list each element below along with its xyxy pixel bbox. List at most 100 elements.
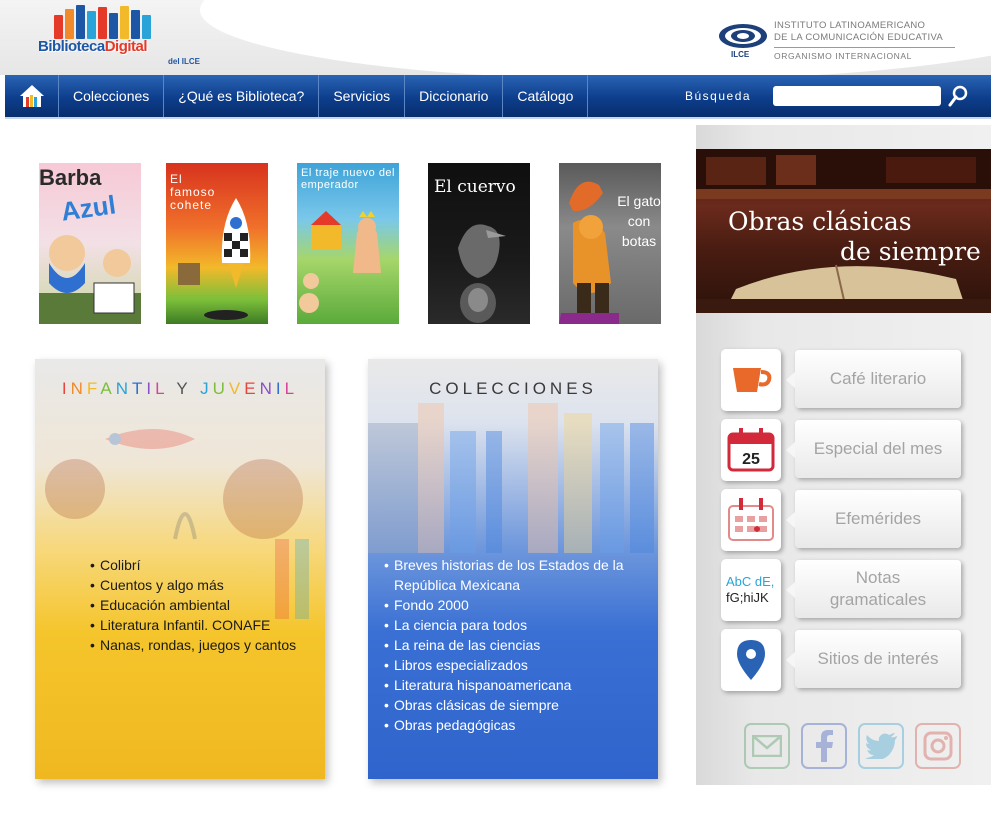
cover-el-famoso-cohete[interactable]: El famoso cohete: [166, 163, 268, 324]
cover-title: El cuervo: [434, 177, 516, 197]
title-letter: E: [244, 379, 260, 398]
sidebar-item-label: Efemérides: [786, 490, 961, 548]
main-nav: Colecciones ¿Qué es Biblioteca? Servicio…: [5, 75, 991, 119]
sidebar-item-efemerides[interactable]: Efemérides: [721, 489, 961, 551]
cover-el-traje-nuevo[interactable]: El traje nuevo del emperador: [297, 163, 399, 324]
cover-illustration: [299, 211, 381, 313]
nav-servicios[interactable]: Servicios: [319, 75, 406, 117]
coleccion-item-fondo-2000[interactable]: Fondo 2000: [384, 595, 652, 615]
cover-title-accent: Azul: [59, 189, 118, 227]
instagram-icon[interactable]: [915, 723, 961, 769]
search-icon: [948, 85, 968, 107]
sidebar-item-notas-gramaticales[interactable]: AbC dE, fG;hiJK Notas gramaticales: [721, 559, 961, 621]
title-letter: N: [259, 379, 276, 398]
banner-obras-clasicas[interactable]: Obras clásicas de siempre: [696, 149, 991, 313]
infantil-item-cuentos[interactable]: Cuentos y algo más: [90, 575, 310, 595]
coleccion-item-libros-especializados[interactable]: Libros especializados: [384, 655, 652, 675]
cover-title: El traje nuevo del emperador: [301, 167, 395, 191]
coleccion-item-obras-pedagogicas[interactable]: Obras pedagógicas: [384, 715, 652, 735]
sidebar-item-label: Sitios de interés: [786, 630, 961, 688]
coleccion-item-ciencia-para-todos[interactable]: La ciencia para todos: [384, 615, 652, 635]
banner-title-line2: de siempre: [840, 237, 981, 266]
title-letter: [191, 379, 200, 398]
panel-colecciones: COLECCIONES Breves historias de los Esta…: [368, 359, 658, 779]
banner-title-line1: Obras clásicas: [728, 207, 912, 236]
nav-colecciones[interactable]: Colecciones: [59, 75, 165, 117]
panel-infantil-juvenil: INFANTIL Y JUVENIL Colibrí Cuentos y alg…: [35, 359, 325, 779]
letters-line2: fG;hiJK: [726, 590, 769, 605]
letters-line1: AbC dE,: [726, 574, 774, 589]
cover-title: Barba: [39, 165, 102, 190]
search-label: Búsqueda: [685, 89, 752, 103]
title-letter: L: [284, 379, 299, 398]
letters-icon: AbC dE, fG;hiJK: [721, 559, 781, 621]
org-name-line1: INSTITUTO LATINOAMERICANO: [774, 20, 926, 31]
infantil-item-educacion-ambiental[interactable]: Educación ambiental: [90, 595, 310, 615]
sidebar-item-especial-del-mes[interactable]: 25 Especial del mes: [721, 419, 961, 481]
page: BibliotecaDigital del ILCE ILCE INSTITUT…: [0, 0, 991, 819]
nav-home[interactable]: [5, 75, 59, 117]
infantil-item-colibri[interactable]: Colibrí: [90, 555, 310, 575]
books-background-illustration: [368, 403, 654, 553]
site-logo[interactable]: BibliotecaDigital del ILCE: [36, 5, 216, 67]
title-letter: I: [146, 379, 156, 398]
cover-el-gato-con-botas[interactable]: El gato con botas: [559, 163, 661, 324]
panel-title-infantil: INFANTIL Y JUVENIL: [35, 379, 325, 399]
ilce-acronym: ILCE: [731, 50, 750, 59]
cover-barba-azul[interactable]: Barba Azul: [39, 163, 141, 324]
calendar-grid-icon: [721, 489, 781, 551]
raven-icon: [458, 224, 506, 323]
infantil-list: Colibrí Cuentos y algo más Educación amb…: [90, 555, 310, 655]
title-letter: I: [61, 379, 71, 398]
panel-title-colecciones: COLECCIONES: [429, 379, 597, 398]
title-letter: V: [228, 379, 245, 398]
site-header: BibliotecaDigital del ILCE ILCE INSTITUT…: [0, 0, 991, 75]
rocket-icon: [178, 198, 251, 320]
coleccion-item-literatura-hispanoamericana[interactable]: Literatura hispanoamericana: [384, 675, 652, 695]
title-letter: L: [155, 379, 168, 398]
cover-el-cuervo[interactable]: El cuervo: [428, 163, 530, 324]
search-input[interactable]: [773, 86, 941, 106]
sidebar-item-cafe-literario[interactable]: Café literario: [721, 349, 961, 411]
title-letter: I: [275, 379, 285, 398]
sidebar-item-label: Café literario: [786, 350, 961, 408]
cat-icon: [559, 181, 619, 324]
coleccion-item-breves-historias[interactable]: Breves historias de los Estados de la Re…: [384, 555, 652, 595]
nav-diccionario[interactable]: Diccionario: [405, 75, 504, 117]
title-letter: T: [131, 379, 147, 398]
org-name-line2: DE LA COMUNICACIÓN EDUCATIVA: [774, 32, 944, 43]
org-name-line3: ORGANISMO INTERNACIONAL: [774, 51, 913, 61]
facebook-icon[interactable]: [801, 723, 847, 769]
map-pin-icon: [721, 629, 781, 691]
cover-illustration: [39, 235, 141, 324]
social-links: [744, 723, 961, 769]
title-letter: U: [212, 379, 229, 398]
logo-subtitle: del ILCE: [168, 57, 201, 66]
title-letter: Y: [176, 379, 192, 398]
home-icon: [19, 85, 44, 107]
ilce-logo[interactable]: ILCE INSTITUTO LATINOAMERICANO DE LA COM…: [716, 18, 966, 66]
nav-que-es-biblioteca[interactable]: ¿Qué es Biblioteca?: [164, 75, 320, 117]
coffee-cup-icon: [721, 349, 781, 411]
title-letter: F: [86, 379, 101, 398]
coleccion-item-obras-clasicas[interactable]: Obras clásicas de siempre: [384, 695, 652, 715]
title-letter: N: [70, 379, 87, 398]
infantil-item-literatura-conafe[interactable]: Literatura Infantil. CONAFE: [90, 615, 310, 635]
logo-wordmark: BibliotecaDigital: [38, 38, 148, 55]
search-button[interactable]: [947, 84, 969, 108]
colecciones-list: Breves historias de los Estados de la Re…: [384, 555, 652, 735]
sidebar-item-label: Especial del mes: [786, 420, 961, 478]
coleccion-item-reina-ciencias[interactable]: La reina de las ciencias: [384, 635, 652, 655]
title-letter: J: [200, 379, 213, 398]
infantil-item-nanas[interactable]: Nanas, rondas, juegos y cantos: [90, 635, 310, 655]
calendar-day-number: 25: [742, 451, 760, 468]
calendar-day-icon: 25: [721, 419, 781, 481]
books-logo-icon: [54, 5, 164, 39]
sidebar-item-sitios-de-interes[interactable]: Sitios de interés: [721, 629, 961, 691]
twitter-icon[interactable]: [858, 723, 904, 769]
nav-catalogo[interactable]: Catálogo: [503, 75, 589, 117]
sidebar-item-label: Notas gramaticales: [786, 560, 961, 618]
title-letter: N: [115, 379, 132, 398]
email-icon[interactable]: [744, 723, 790, 769]
org-divider: [774, 47, 955, 48]
